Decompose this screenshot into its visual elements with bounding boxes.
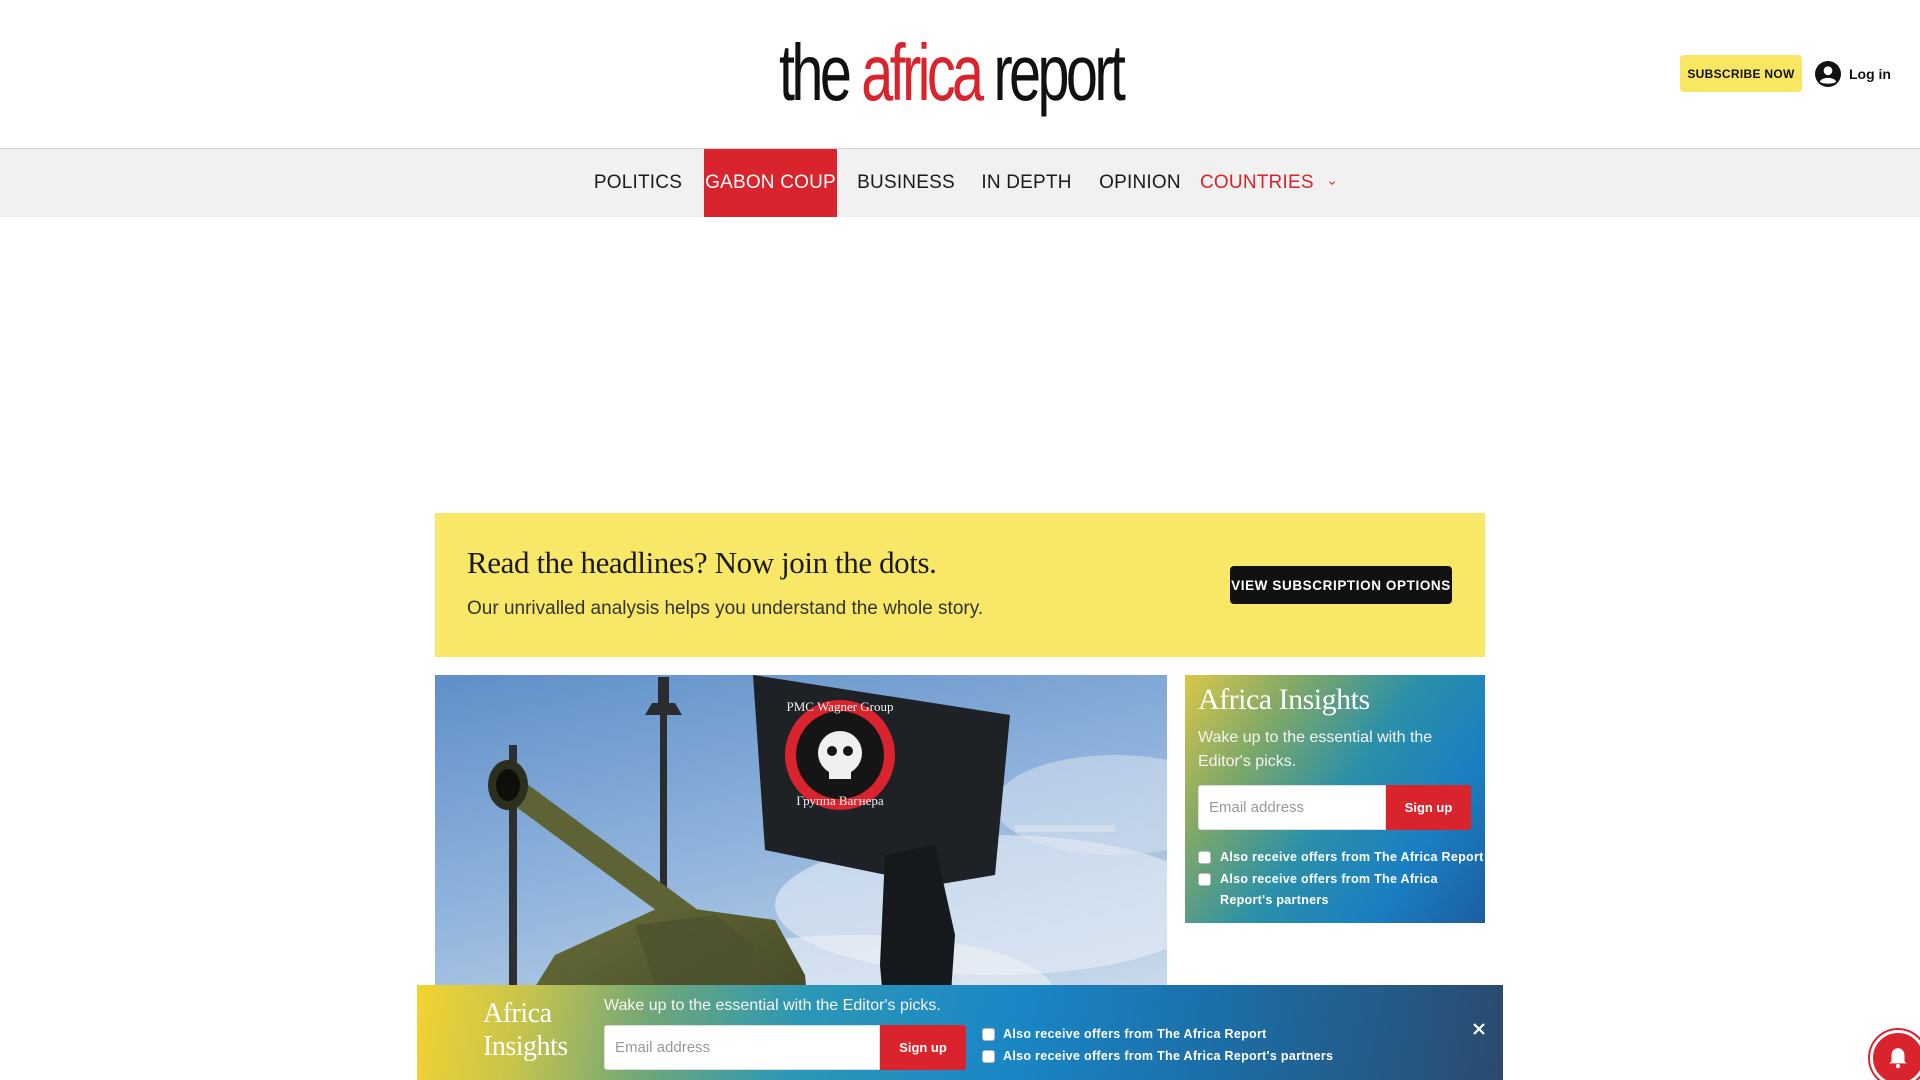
- sticky-partner-offers-checkbox-label: Also receive offers from The Africa Repo…: [1003, 1049, 1334, 1063]
- site-header: the africa report SUBSCRIBE NOW Log in: [0, 0, 1920, 149]
- subscribe-now-button[interactable]: SUBSCRIBE NOW: [1680, 55, 1802, 92]
- close-sticky-bar-button[interactable]: [1468, 1018, 1490, 1040]
- partner-offers-checkbox-label: Also receive offers from The Africa Repo…: [1220, 872, 1438, 907]
- sticky-partner-offers-checkbox[interactable]: [982, 1049, 995, 1063]
- sticky-newsletter-subtitle: Wake up to the essential with the Editor…: [604, 997, 941, 1014]
- user-account-icon: [1815, 61, 1841, 87]
- sticky-email-input[interactable]: Email address: [604, 1025, 880, 1070]
- sticky-newsletter-title: Africa Insights: [483, 998, 568, 1062]
- sticky-newsletter-bar: Africa Insights Wake up to the essential…: [417, 985, 1503, 1080]
- flag-text-bottom: Группа Вагнера: [796, 793, 883, 808]
- logo-word-report: report: [993, 28, 1125, 117]
- sticky-partner-offers-checkbox-row[interactable]: Also receive offers from The Africa Repo…: [982, 1049, 1333, 1063]
- newsletter-subtitle: Wake up to the essential with the Editor…: [1198, 729, 1433, 770]
- sticky-offers-checkbox-row[interactable]: Also receive offers from The Africa Repo…: [982, 1027, 1267, 1041]
- nav-item-gabon-coup[interactable]: GABON COUP: [704, 149, 837, 217]
- site-logo[interactable]: the africa report: [779, 28, 1126, 117]
- chevron-down-icon: [1328, 181, 1335, 186]
- promo-title: Read the headlines? Now join the dots.: [467, 545, 937, 580]
- offers-checkbox[interactable]: [1198, 851, 1211, 864]
- logo-word-the: the: [779, 28, 852, 117]
- sticky-offers-checkbox-label: Also receive offers from The Africa Repo…: [1003, 1027, 1267, 1041]
- nav-item-countries[interactable]: COUNTRIES: [1200, 149, 1336, 217]
- sticky-signup-button[interactable]: Sign up: [880, 1025, 966, 1070]
- nav-item-politics[interactable]: POLITICS: [586, 149, 690, 217]
- sidebar-newsletter-signup: Africa Insights Wake up to the essential…: [1185, 675, 1485, 923]
- partner-offers-checkbox[interactable]: [1198, 873, 1211, 886]
- bell-icon: [1889, 1048, 1907, 1069]
- notification-bell-button[interactable]: [1870, 1030, 1920, 1080]
- nav-countries-label: COUNTRIES: [1200, 172, 1314, 193]
- newsletter-email-input[interactable]: Email address: [1198, 785, 1386, 830]
- view-subscription-options-button[interactable]: VIEW SUBSCRIPTION OPTIONS: [1230, 566, 1452, 604]
- nav-item-business[interactable]: BUSINESS: [852, 149, 960, 217]
- newsletter-signup-button[interactable]: Sign up: [1386, 785, 1471, 830]
- nav-item-in-depth[interactable]: IN DEPTH: [978, 149, 1075, 217]
- newsletter-title: Africa Insights: [1198, 683, 1370, 716]
- sticky-offers-checkbox[interactable]: [982, 1027, 995, 1041]
- login-link[interactable]: Log in: [1815, 60, 1891, 88]
- promo-subtitle: Our unrivalled analysis helps you unders…: [467, 598, 984, 619]
- nav-item-opinion[interactable]: OPINION: [1096, 149, 1184, 217]
- offers-checkbox-label: Also receive offers from The Africa Repo…: [1220, 850, 1484, 864]
- partner-offers-checkbox-row[interactable]: Also receive offers from The Africa Repo…: [1198, 869, 1478, 911]
- close-icon: [1473, 1023, 1485, 1035]
- login-label: Log in: [1849, 66, 1891, 82]
- main-nav: POLITICS GABON COUP BUSINESS IN DEPTH OP…: [0, 149, 1920, 217]
- subscription-promo-banner: Read the headlines? Now join the dots. O…: [435, 513, 1485, 657]
- logo-word-africa: africa: [861, 28, 984, 117]
- flag-text-top: PMC Wagner Group: [786, 699, 893, 714]
- ad-space: [0, 217, 1920, 513]
- offers-checkbox-row[interactable]: Also receive offers from The Africa Repo…: [1198, 847, 1484, 868]
